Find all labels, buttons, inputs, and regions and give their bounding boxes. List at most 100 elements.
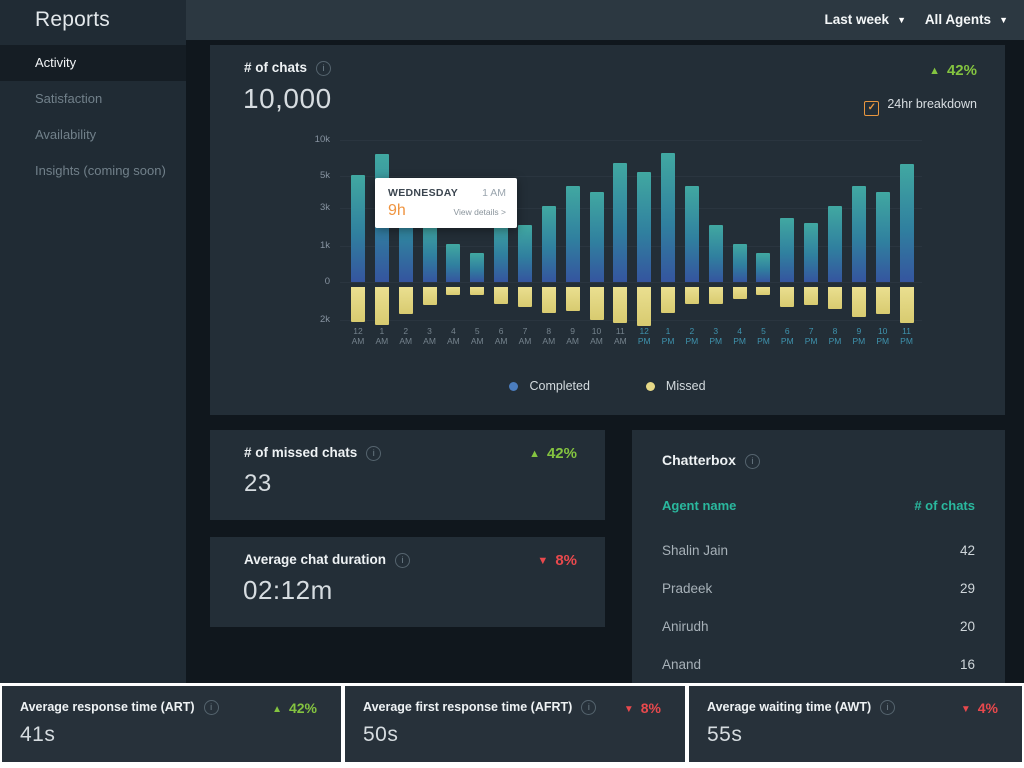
legend-label: Missed: [666, 379, 706, 393]
trend-badge: ▲42%: [929, 62, 977, 79]
x-axis-label: 4PM: [728, 326, 752, 346]
missed-bar[interactable]: [542, 287, 556, 313]
missed-bar[interactable]: [804, 287, 818, 305]
agent-name: Pradeek: [662, 581, 712, 596]
completed-bar[interactable]: [518, 225, 532, 282]
info-icon[interactable]: i: [745, 454, 760, 469]
missed-bar[interactable]: [423, 287, 437, 305]
missed-bar[interactable]: [685, 287, 699, 304]
agent-name: Shalin Jain: [662, 543, 728, 558]
missed-bar[interactable]: [709, 287, 723, 304]
sidebar-item-satisfaction[interactable]: Satisfaction: [0, 81, 186, 117]
completed-bar[interactable]: [542, 206, 556, 282]
agent-row[interactable]: Shalin Jain42: [632, 533, 1005, 571]
completed-bar[interactable]: [637, 172, 651, 282]
column-header-agent-name: Agent name: [662, 498, 736, 513]
gridline: [340, 176, 922, 177]
completed-bar[interactable]: [733, 244, 747, 282]
missed-bar[interactable]: [494, 287, 508, 304]
completed-bar[interactable]: [876, 192, 890, 282]
agent-name: Anirudh: [662, 619, 709, 634]
agents-dropdown[interactable]: All Agents▼: [925, 0, 1008, 40]
completed-bar[interactable]: [852, 186, 866, 282]
x-axis-label: 8AM: [537, 326, 561, 346]
info-icon[interactable]: i: [581, 700, 596, 715]
chevron-down-icon: ▼: [897, 15, 906, 25]
y-axis-tick-label: 0: [288, 276, 330, 287]
gridline: [340, 282, 922, 283]
x-axis-label: 12AM: [346, 326, 370, 346]
checkbox-checked-icon[interactable]: ✓: [864, 101, 879, 116]
x-axis-label: 9PM: [847, 326, 871, 346]
completed-bar[interactable]: [470, 253, 484, 282]
missed-bar[interactable]: [518, 287, 532, 307]
missed-bar[interactable]: [399, 287, 413, 314]
view-details-link[interactable]: View details >: [453, 207, 506, 217]
completed-bar[interactable]: [804, 223, 818, 282]
info-icon[interactable]: i: [204, 700, 219, 715]
agent-chat-count: 29: [960, 581, 975, 596]
missed-bar[interactable]: [446, 287, 460, 295]
completed-bar[interactable]: [590, 192, 604, 282]
y-axis-tick-label: 1k: [288, 240, 330, 251]
agent-row[interactable]: Anand 16: [632, 647, 1005, 685]
x-axis-label: 2PM: [680, 326, 704, 346]
completed-bar[interactable]: [661, 153, 675, 282]
completed-bar[interactable]: [351, 175, 365, 282]
missed-bar[interactable]: [566, 287, 580, 311]
missed-bar[interactable]: [900, 287, 914, 323]
completed-bar[interactable]: [900, 164, 914, 282]
completed-bar[interactable]: [685, 186, 699, 282]
card-title: Average waiting time (AWT)i: [707, 700, 895, 715]
missed-bar[interactable]: [733, 287, 747, 299]
missed-bar[interactable]: [637, 287, 651, 326]
kpi-value: 55s: [707, 723, 742, 747]
sidebar-item-insights-coming-soon[interactable]: Insights (coming soon): [0, 153, 186, 189]
legend-item-completed[interactable]: Completed: [509, 379, 589, 393]
trend-up-icon: ▲: [929, 65, 940, 77]
trend-up-icon: ▲: [529, 448, 540, 460]
tooltip-time: 1 AM: [482, 187, 506, 199]
missed-bar[interactable]: [590, 287, 604, 320]
completed-bar[interactable]: [446, 244, 460, 282]
agent-name: Anand: [662, 657, 701, 672]
sidebar-item-availability[interactable]: Availability: [0, 117, 186, 153]
completed-bar[interactable]: [423, 223, 437, 282]
agent-row[interactable]: Pradeek 29: [632, 571, 1005, 609]
completed-bar[interactable]: [709, 225, 723, 282]
y-axis-tick-label: 3k: [288, 202, 330, 213]
time-range-dropdown[interactable]: Last week▼: [825, 0, 906, 40]
legend-item-missed[interactable]: Missed: [646, 379, 706, 393]
chat-duration-card: Average chat durationi ▼8% 02:12m: [210, 537, 605, 627]
completed-bar[interactable]: [756, 253, 770, 282]
missed-bar[interactable]: [613, 287, 627, 323]
missed-chats-card: # of missed chatsi ▲42% 23: [210, 430, 605, 520]
missed-bar[interactable]: [828, 287, 842, 309]
x-axis-label: 7AM: [513, 326, 537, 346]
missed-bar[interactable]: [876, 287, 890, 314]
completed-bar[interactable]: [828, 206, 842, 282]
missed-bar[interactable]: [470, 287, 484, 295]
completed-bar[interactable]: [613, 163, 627, 282]
missed-bar[interactable]: [351, 287, 365, 322]
agent-row[interactable]: Anirudh20: [632, 609, 1005, 647]
info-icon[interactable]: i: [316, 61, 331, 76]
completed-bar[interactable]: [494, 221, 508, 282]
missed-bar[interactable]: [375, 287, 389, 325]
completed-bar[interactable]: [566, 186, 580, 282]
info-icon[interactable]: i: [880, 700, 895, 715]
card-title: Average chat durationi: [244, 552, 410, 568]
x-axis-label: 7PM: [799, 326, 823, 346]
agents-value: All Agents: [925, 12, 991, 27]
agent-chat-count: 16: [960, 657, 975, 672]
missed-bar[interactable]: [780, 287, 794, 307]
info-icon[interactable]: i: [366, 446, 381, 461]
missed-bar[interactable]: [756, 287, 770, 295]
missed-bar[interactable]: [661, 287, 675, 313]
completed-bar[interactable]: [780, 218, 794, 283]
tooltip-day: WEDNESDAY: [388, 187, 458, 199]
sidebar-item-activity[interactable]: Activity: [0, 45, 186, 81]
missed-bar[interactable]: [852, 287, 866, 317]
info-icon[interactable]: i: [395, 553, 410, 568]
total-chats-value: 10,000: [243, 83, 332, 115]
